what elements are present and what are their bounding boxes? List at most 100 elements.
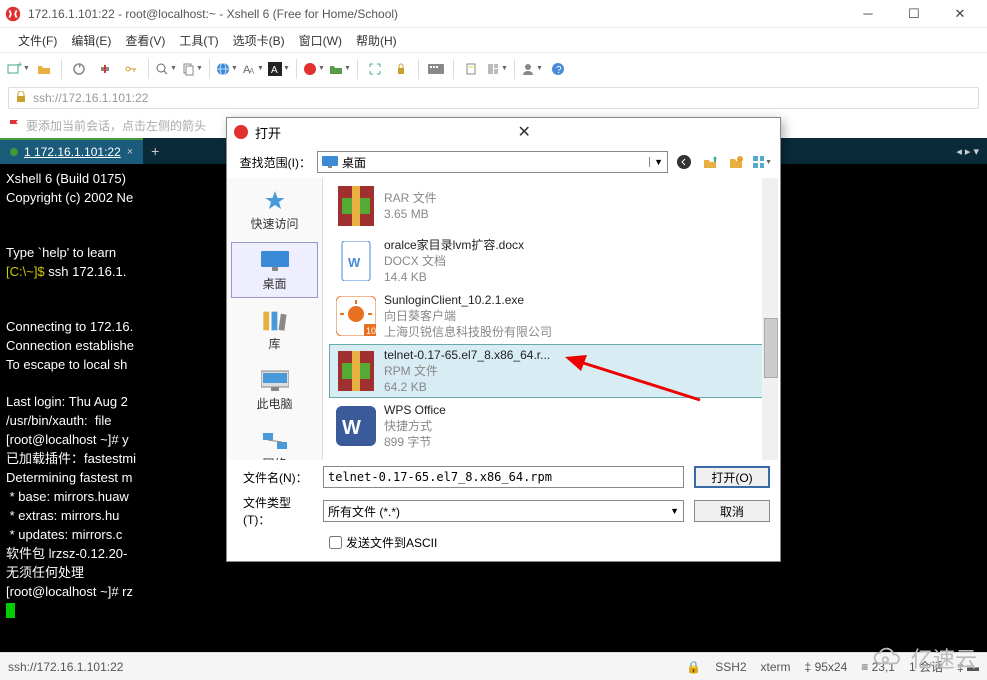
watermark: 亿速云 bbox=[871, 642, 977, 674]
address-bar: ssh://172.16.1.101:22 bbox=[0, 84, 987, 112]
file-list[interactable]: RAR 文件 3.65 MB W oralce家目录lvm扩容.docx DOC… bbox=[323, 178, 780, 460]
new-session-button[interactable]: +▼ bbox=[6, 57, 30, 81]
computer-icon bbox=[261, 369, 289, 393]
minimize-button[interactable]: ─ bbox=[845, 0, 891, 28]
xshell-button[interactable]: ▼ bbox=[302, 57, 326, 81]
filetype-select[interactable]: 所有文件 (*.*)▼ bbox=[323, 500, 684, 522]
window-title: 172.16.1.101:22 - root@localhost:~ - Xsh… bbox=[28, 7, 845, 21]
dialog-app-icon bbox=[233, 124, 249, 140]
dialog-title-bar: 打开 ✕ bbox=[227, 118, 780, 146]
library-icon bbox=[261, 309, 289, 333]
place-network[interactable]: 网络 bbox=[231, 422, 318, 460]
scrollbar-thumb[interactable] bbox=[764, 318, 778, 378]
globe-button[interactable]: ▼ bbox=[215, 57, 239, 81]
svg-text:A: A bbox=[249, 67, 255, 76]
file-item[interactable]: W WPS Office 快捷方式 899 字节 bbox=[329, 399, 774, 453]
view-button[interactable]: ▼ bbox=[752, 152, 772, 172]
desktop-icon bbox=[322, 156, 338, 168]
file-open-dialog: 打开 ✕ 查找范围(I)： 桌面 ▼ ▼ 快速访问 桌面 bbox=[226, 117, 781, 562]
place-library[interactable]: 库 bbox=[231, 302, 318, 358]
dialog-title: 打开 bbox=[255, 123, 506, 142]
scope-combo[interactable]: 桌面 ▼ bbox=[317, 151, 668, 173]
lock-icon bbox=[15, 91, 29, 105]
docx-icon: W bbox=[336, 241, 376, 281]
highlight-button[interactable] bbox=[459, 57, 483, 81]
file-item-selected[interactable]: telnet-0.17-65.el7_8.x86_64.r... RPM 文件 … bbox=[329, 344, 774, 398]
ftp-button[interactable]: ▼ bbox=[328, 57, 352, 81]
xshell-icon bbox=[4, 5, 22, 23]
place-desktop[interactable]: 桌面 bbox=[231, 242, 318, 298]
svg-text:+: + bbox=[17, 61, 22, 71]
window-title-bar: 172.16.1.101:22 - root@localhost:~ - Xsh… bbox=[0, 0, 987, 28]
sunlogin-icon: 10 bbox=[336, 296, 376, 336]
desktop-icon bbox=[261, 249, 289, 273]
menu-help[interactable]: 帮助(H) bbox=[356, 32, 397, 49]
status-size: ‡ 95x24 bbox=[805, 660, 848, 674]
layout-button[interactable]: ▼ bbox=[485, 57, 509, 81]
close-button[interactable]: ✕ bbox=[937, 0, 983, 28]
session-tab[interactable]: 1 172.16.1.101:22 × bbox=[0, 138, 143, 164]
font-button[interactable]: AA▼ bbox=[241, 57, 265, 81]
filename-label: 文件名(N)： bbox=[237, 469, 313, 486]
open-button[interactable]: 打开(O) bbox=[694, 466, 770, 488]
svg-text:?: ? bbox=[556, 65, 562, 76]
status-lock-icon: 🔒 bbox=[686, 660, 701, 674]
main-toolbar: +▼ ▼ ▼ ▼ AA▼ A▼ ▼ ▼ ▼ ▼ ? bbox=[0, 52, 987, 84]
status-term-type: xterm bbox=[761, 660, 791, 674]
svg-text:A: A bbox=[271, 65, 278, 76]
status-bar: ssh://172.16.1.101:22 🔒 SSH2 xterm ‡ 95x… bbox=[0, 652, 987, 680]
svg-text:10: 10 bbox=[366, 326, 376, 336]
fullscreen-button[interactable] bbox=[363, 57, 387, 81]
address-input[interactable]: ssh://172.16.1.101:22 bbox=[8, 87, 979, 109]
chevron-down-icon: ▼ bbox=[649, 157, 663, 167]
add-tab-button[interactable]: + bbox=[143, 138, 167, 164]
scope-label: 查找范围(I)： bbox=[235, 154, 311, 171]
file-item[interactable]: 10 SunloginClient_10.2.1.exe 向日葵客户端 上海贝锐… bbox=[329, 289, 774, 343]
lock-button[interactable] bbox=[389, 57, 413, 81]
filename-input[interactable] bbox=[323, 466, 684, 488]
file-item[interactable]: RAR 文件 3.65 MB bbox=[329, 179, 774, 233]
key-button[interactable] bbox=[119, 57, 143, 81]
keyboard-button[interactable] bbox=[424, 57, 448, 81]
user-button[interactable]: ▼ bbox=[520, 57, 544, 81]
menu-edit[interactable]: 编辑(E) bbox=[71, 32, 111, 49]
tab-extras[interactable]: ◂ ▸ ▾ bbox=[956, 138, 987, 164]
back-button[interactable] bbox=[674, 152, 694, 172]
tab-close-button[interactable]: × bbox=[127, 146, 133, 158]
menu-tabs[interactable]: 选项卡(B) bbox=[233, 32, 285, 49]
dialog-footer: 文件名(N)： 打开(O) 文件类型(T)： 所有文件 (*.*)▼ 取消 发送… bbox=[227, 460, 780, 561]
place-quick-access[interactable]: 快速访问 bbox=[231, 182, 318, 238]
status-address: ssh://172.16.1.101:22 bbox=[8, 660, 123, 674]
menu-bar: 文件(F) 编辑(E) 查看(V) 工具(T) 选项卡(B) 窗口(W) 帮助(… bbox=[0, 28, 987, 52]
menu-tools[interactable]: 工具(T) bbox=[179, 32, 218, 49]
maximize-button[interactable]: ☐ bbox=[891, 0, 937, 28]
rar-icon bbox=[336, 186, 376, 226]
help-button[interactable]: ? bbox=[546, 57, 570, 81]
search-button[interactable]: ▼ bbox=[154, 57, 178, 81]
dialog-close-button[interactable]: ✕ bbox=[512, 122, 775, 142]
terminal-cursor bbox=[6, 603, 15, 618]
up-button[interactable] bbox=[700, 152, 720, 172]
svg-text:W: W bbox=[348, 255, 361, 270]
svg-text:W: W bbox=[342, 417, 361, 439]
cloud-icon bbox=[871, 647, 907, 669]
disconnect-button[interactable] bbox=[93, 57, 117, 81]
star-icon bbox=[261, 189, 289, 213]
color-scheme-button[interactable]: A▼ bbox=[267, 57, 291, 81]
copy-button[interactable]: ▼ bbox=[180, 57, 204, 81]
connection-status-dot bbox=[10, 148, 18, 156]
menu-window[interactable]: 窗口(W) bbox=[299, 32, 342, 49]
menu-view[interactable]: 查看(V) bbox=[125, 32, 165, 49]
file-item[interactable]: W oralce家目录lvm扩容.docx DOCX 文档 14.4 KB bbox=[329, 234, 774, 288]
places-sidebar: 快速访问 桌面 库 此电脑 网络 bbox=[227, 178, 323, 460]
open-button[interactable] bbox=[32, 57, 56, 81]
place-computer[interactable]: 此电脑 bbox=[231, 362, 318, 418]
new-folder-button[interactable] bbox=[726, 152, 746, 172]
cancel-button[interactable]: 取消 bbox=[694, 500, 770, 522]
reconnect-button[interactable] bbox=[67, 57, 91, 81]
network-icon bbox=[261, 429, 289, 453]
ascii-checkbox[interactable]: 发送文件到ASCII bbox=[329, 534, 770, 551]
status-protocol: SSH2 bbox=[715, 660, 746, 674]
rpm-icon bbox=[336, 351, 376, 391]
menu-file[interactable]: 文件(F) bbox=[18, 32, 57, 49]
